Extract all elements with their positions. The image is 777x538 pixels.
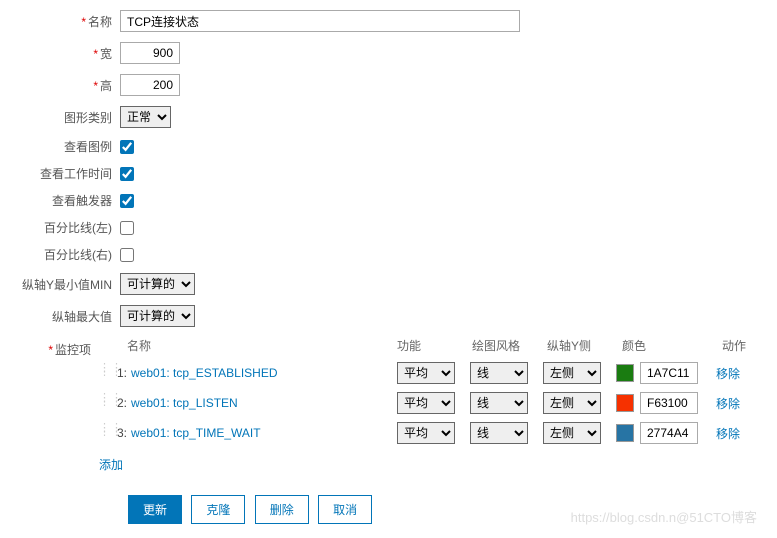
item-style-select[interactable]: 线	[470, 422, 528, 444]
show-triggers-checkbox[interactable]	[120, 194, 134, 208]
width-input[interactable]	[120, 42, 180, 64]
show-legend-checkbox[interactable]	[120, 140, 134, 154]
show-worktime-checkbox[interactable]	[120, 167, 134, 181]
color-swatch[interactable]	[616, 394, 634, 412]
color-input[interactable]	[640, 422, 698, 444]
clone-button[interactable]: 克隆	[191, 495, 245, 524]
color-swatch[interactable]	[616, 364, 634, 382]
label-graph-type: 图形类别	[64, 111, 112, 125]
item-row: ⋮⋮⋮⋮ 2: web01: tcp_LISTEN 平均 线 左侧 移除	[99, 392, 762, 414]
color-input[interactable]	[640, 392, 698, 414]
color-swatch[interactable]	[616, 424, 634, 442]
percent-left-checkbox[interactable]	[120, 221, 134, 235]
graph-type-select[interactable]: 正常	[120, 106, 171, 128]
remove-link[interactable]: 移除	[716, 425, 740, 442]
header-color: 颜色	[622, 337, 722, 354]
label-ymin: 纵轴Y最小值MIN	[22, 278, 112, 292]
label-show-triggers: 查看触发器	[52, 194, 112, 208]
item-index: 1:	[113, 366, 127, 380]
ymin-select[interactable]: 可计算的	[120, 273, 195, 295]
item-yside-select[interactable]: 左侧	[543, 422, 601, 444]
items-header: 名称 功能 绘图风格 纵轴Y侧 颜色 动作	[99, 337, 762, 354]
item-name-link[interactable]: web01: tcp_TIME_WAIT	[131, 426, 397, 440]
header-yside: 纵轴Y侧	[547, 337, 622, 354]
ymax-select[interactable]: 可计算的	[120, 305, 195, 327]
label-percent-left: 百分比线(左)	[44, 221, 112, 235]
drag-handle-icon[interactable]: ⋮⋮⋮⋮	[99, 396, 109, 410]
label-width: 宽	[100, 47, 112, 61]
header-style: 绘图风格	[472, 337, 547, 354]
header-action: 动作	[722, 337, 762, 354]
label-percent-right: 百分比线(右)	[44, 248, 112, 262]
height-input[interactable]	[120, 74, 180, 96]
item-yside-select[interactable]: 左侧	[543, 392, 601, 414]
delete-button[interactable]: 删除	[255, 495, 309, 524]
item-style-select[interactable]: 线	[470, 362, 528, 384]
item-index: 3:	[113, 426, 127, 440]
drag-handle-icon[interactable]: ⋮⋮⋮⋮	[99, 366, 109, 380]
percent-right-checkbox[interactable]	[120, 248, 134, 262]
header-func: 功能	[397, 337, 472, 354]
label-show-legend: 查看图例	[64, 140, 112, 154]
item-index: 2:	[113, 396, 127, 410]
item-style-select[interactable]: 线	[470, 392, 528, 414]
update-button[interactable]: 更新	[128, 495, 182, 524]
item-func-select[interactable]: 平均	[397, 392, 455, 414]
add-link[interactable]: 添加	[99, 456, 123, 473]
remove-link[interactable]: 移除	[716, 365, 740, 382]
item-name-link[interactable]: web01: tcp_LISTEN	[131, 396, 397, 410]
item-yside-select[interactable]: 左侧	[543, 362, 601, 384]
remove-link[interactable]: 移除	[716, 395, 740, 412]
label-height: 高	[100, 79, 112, 93]
item-row: ⋮⋮⋮⋮ 3: web01: tcp_TIME_WAIT 平均 线 左侧 移除	[99, 422, 762, 444]
header-name: 名称	[127, 337, 397, 354]
item-func-select[interactable]: 平均	[397, 422, 455, 444]
drag-handle-icon[interactable]: ⋮⋮⋮⋮	[99, 426, 109, 440]
item-row: ⋮⋮⋮⋮ 1: web01: tcp_ESTABLISHED 平均 线 左侧 移…	[99, 362, 762, 384]
label-ymax: 纵轴最大值	[52, 310, 112, 324]
label-name: 名称	[88, 15, 112, 29]
name-input[interactable]	[120, 10, 520, 32]
color-input[interactable]	[640, 362, 698, 384]
label-monitor-items: 监控项	[55, 343, 91, 357]
item-name-link[interactable]: web01: tcp_ESTABLISHED	[131, 366, 397, 380]
label-show-worktime: 查看工作时间	[40, 167, 112, 181]
cancel-button[interactable]: 取消	[318, 495, 372, 524]
item-func-select[interactable]: 平均	[397, 362, 455, 384]
